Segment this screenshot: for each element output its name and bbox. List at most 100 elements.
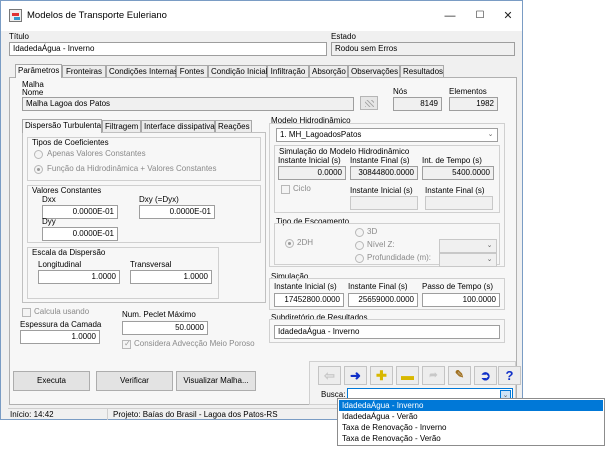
nivel-select[interactable]: ⌄ — [439, 239, 497, 253]
estado-label: Estado — [331, 32, 356, 41]
sim-passo-label: Passo de Tempo (s) — [422, 282, 493, 291]
dispersao-panel: Tipos de Coeficientes Apenas Valores Con… — [22, 132, 266, 303]
subdir-group: IdadedaÁgua - Inverno — [269, 319, 505, 343]
transversal-field[interactable]: 1.0000 — [130, 270, 212, 284]
close-button[interactable]: ✕ — [497, 7, 519, 25]
ciclo-checkbox[interactable] — [281, 185, 290, 194]
hidro-int-label: Int. de Tempo (s) — [422, 156, 482, 165]
hidro-select-value: 1. MH_LagoadosPatos — [280, 130, 362, 139]
dxx-label: Dxx — [42, 195, 56, 204]
hidro-ini-field: 0.0000 — [278, 166, 346, 180]
parametros-panel: Malha Nome Malha Lagoa dos Patos Nós 814… — [9, 77, 521, 405]
hidro-select[interactable]: 1. MH_LagoadosPatos ⌄ — [276, 128, 498, 142]
main-window: Modelos de Transporte Euleriano — ☐ ✕ Tí… — [0, 0, 523, 420]
escoamento-group: 2DH 3D Nível Z: Profundidade (m): ⌄ ⌄ — [274, 223, 500, 267]
adveccao-checkbox[interactable] — [122, 339, 131, 349]
sim-passo-field[interactable]: 100.0000 — [422, 293, 500, 307]
radio-funcao[interactable] — [34, 165, 43, 174]
ciclo-ini-field — [350, 196, 418, 210]
minimize-button[interactable]: — — [439, 7, 461, 25]
hidro-fin-field: 30844800.0000 — [350, 166, 418, 180]
espessura-field[interactable]: 1.0000 — [20, 330, 100, 344]
hidro-ini-label: Instante Inicial (s) — [278, 156, 341, 165]
title-bar: Modelos de Transporte Euleriano — ☐ ✕ — [1, 1, 522, 31]
tipos-label: Tipos de Coeficientes — [32, 138, 109, 147]
verificar-button[interactable]: Verificar — [96, 371, 173, 391]
dyy-label: Dyy — [42, 217, 56, 226]
app-icon — [9, 9, 22, 22]
sim-ini-field[interactable]: 17452800.0000 — [274, 293, 344, 307]
malha-nome-field: Malha Lagoa dos Patos — [22, 97, 354, 111]
radio-constantes-label: Apenas Valores Constantes — [47, 149, 146, 158]
status-inicio: Início: 14:42 — [10, 410, 54, 419]
sim-fin-field[interactable]: 25659000.0000 — [348, 293, 418, 307]
transversal-label: Transversal — [130, 260, 172, 269]
longitudinal-field[interactable]: 1.0000 — [38, 270, 120, 284]
calcula-checkbox[interactable] — [22, 308, 31, 317]
status-projeto: Projeto: Baías do Brasil - Lagoa dos Pat… — [113, 410, 278, 419]
executa-button[interactable]: Executa — [13, 371, 90, 391]
peclet-field[interactable]: 50.0000 — [122, 321, 208, 335]
adveccao-label: Considera Advecção Meio Poroso — [134, 339, 255, 348]
elementos-field: 1982 — [449, 97, 498, 111]
sim-hidro-label: Simulação do Modelo Hidrodinâmico — [279, 147, 410, 156]
calcula-label: Calcula usando — [34, 307, 90, 316]
busca-dropdown-list: IdadedaÁgua - Inverno IdadedaÁgua - Verã… — [337, 398, 605, 446]
radio-2dh[interactable] — [285, 239, 294, 248]
dropdown-option[interactable]: IdadedaÁgua - Inverno — [339, 400, 603, 411]
dropdown-option[interactable]: Taxa de Renovação - Inverno — [339, 422, 603, 433]
escala-group: Escala da Dispersão Longitudinal 1.0000 … — [27, 247, 219, 299]
radio-constantes[interactable] — [34, 150, 43, 159]
ciclo-label: Ciclo — [293, 184, 311, 193]
profundidade-label: Profundidade (m): — [367, 253, 432, 262]
nivel-label: Nível Z: — [367, 240, 395, 249]
chevron-down-icon: ⌄ — [486, 242, 493, 249]
ciclo-ini-label: Instante Inicial (s) — [350, 186, 413, 195]
subtab-dispersao[interactable]: Dispersão Turbulenta — [22, 119, 102, 133]
radio-3d-label: 3D — [367, 227, 378, 236]
dropdown-option[interactable]: IdadedaÁgua - Verão — [339, 411, 603, 422]
visualizar-malha-button[interactable]: Visualizar Malha... — [176, 371, 256, 391]
chevron-down-icon: ⌄ — [486, 256, 493, 263]
sim-hidro-group: Simulação do Modelo Hidrodinâmico Instan… — [274, 145, 500, 213]
chevron-down-icon: ⌄ — [487, 131, 494, 138]
estado-field: Rodou sem Erros — [331, 42, 515, 56]
add-icon[interactable]: ✚ — [370, 366, 393, 385]
back-arrow-icon[interactable]: ⇦ — [318, 366, 341, 385]
ciclo-fin-label: Instante Final (s) — [425, 186, 485, 195]
radio-nivel[interactable] — [355, 241, 364, 250]
dxy-field[interactable]: 0.0000E-01 — [139, 205, 215, 219]
remove-icon[interactable]: ▬ — [396, 366, 419, 385]
longitudinal-label: Longitudinal — [38, 260, 82, 269]
sim-ini-label: Instante Inicial (s) — [274, 282, 337, 291]
tab-parametros[interactable]: Parâmetros — [15, 64, 62, 78]
espessura-label: Espessura da Camada — [20, 320, 102, 329]
dropdown-option[interactable]: Taxa de Renovação - Verão — [339, 433, 603, 444]
forward-arrow-icon[interactable]: ➜ — [344, 366, 367, 385]
hidro-group: 1. MH_LagoadosPatos ⌄ Simulação do Model… — [269, 123, 505, 267]
escala-label: Escala da Dispersão — [32, 248, 106, 257]
undo-icon[interactable]: ➦ — [422, 366, 445, 385]
ciclo-fin-field — [425, 196, 493, 210]
radio-profundidade[interactable] — [355, 254, 364, 263]
exit-door-icon[interactable]: ➲ — [474, 366, 497, 385]
maximize-button[interactable]: ☐ — [469, 7, 491, 25]
help-icon[interactable]: ? — [498, 366, 521, 385]
nos-field: 8149 — [393, 97, 442, 111]
profundidade-select[interactable]: ⌄ — [439, 253, 497, 267]
edit-pencil-icon[interactable]: ✎ — [448, 366, 471, 385]
malha-browse-button[interactable] — [360, 96, 378, 110]
valores-label: Valores Constantes — [32, 186, 102, 195]
simulacao-group: Instante Inicial (s) 17452800.0000 Insta… — [269, 278, 505, 310]
status-divider — [107, 409, 108, 420]
tipos-group: Tipos de Coeficientes Apenas Valores Con… — [27, 137, 261, 181]
peclet-label: Num. Peclet Máximo — [122, 310, 196, 319]
titulo-field[interactable]: IdadedaÁgua - Inverno — [9, 42, 327, 56]
hidro-int-field: 5400.0000 — [422, 166, 494, 180]
hidro-fin-label: Instante Final (s) — [350, 156, 410, 165]
dyy-field[interactable]: 0.0000E-01 — [42, 227, 118, 241]
hatch-icon — [365, 100, 374, 107]
subdir-field[interactable]: IdadedaÁgua - Inverno — [274, 325, 500, 339]
radio-3d[interactable] — [355, 228, 364, 237]
titulo-label: Título — [9, 32, 30, 41]
